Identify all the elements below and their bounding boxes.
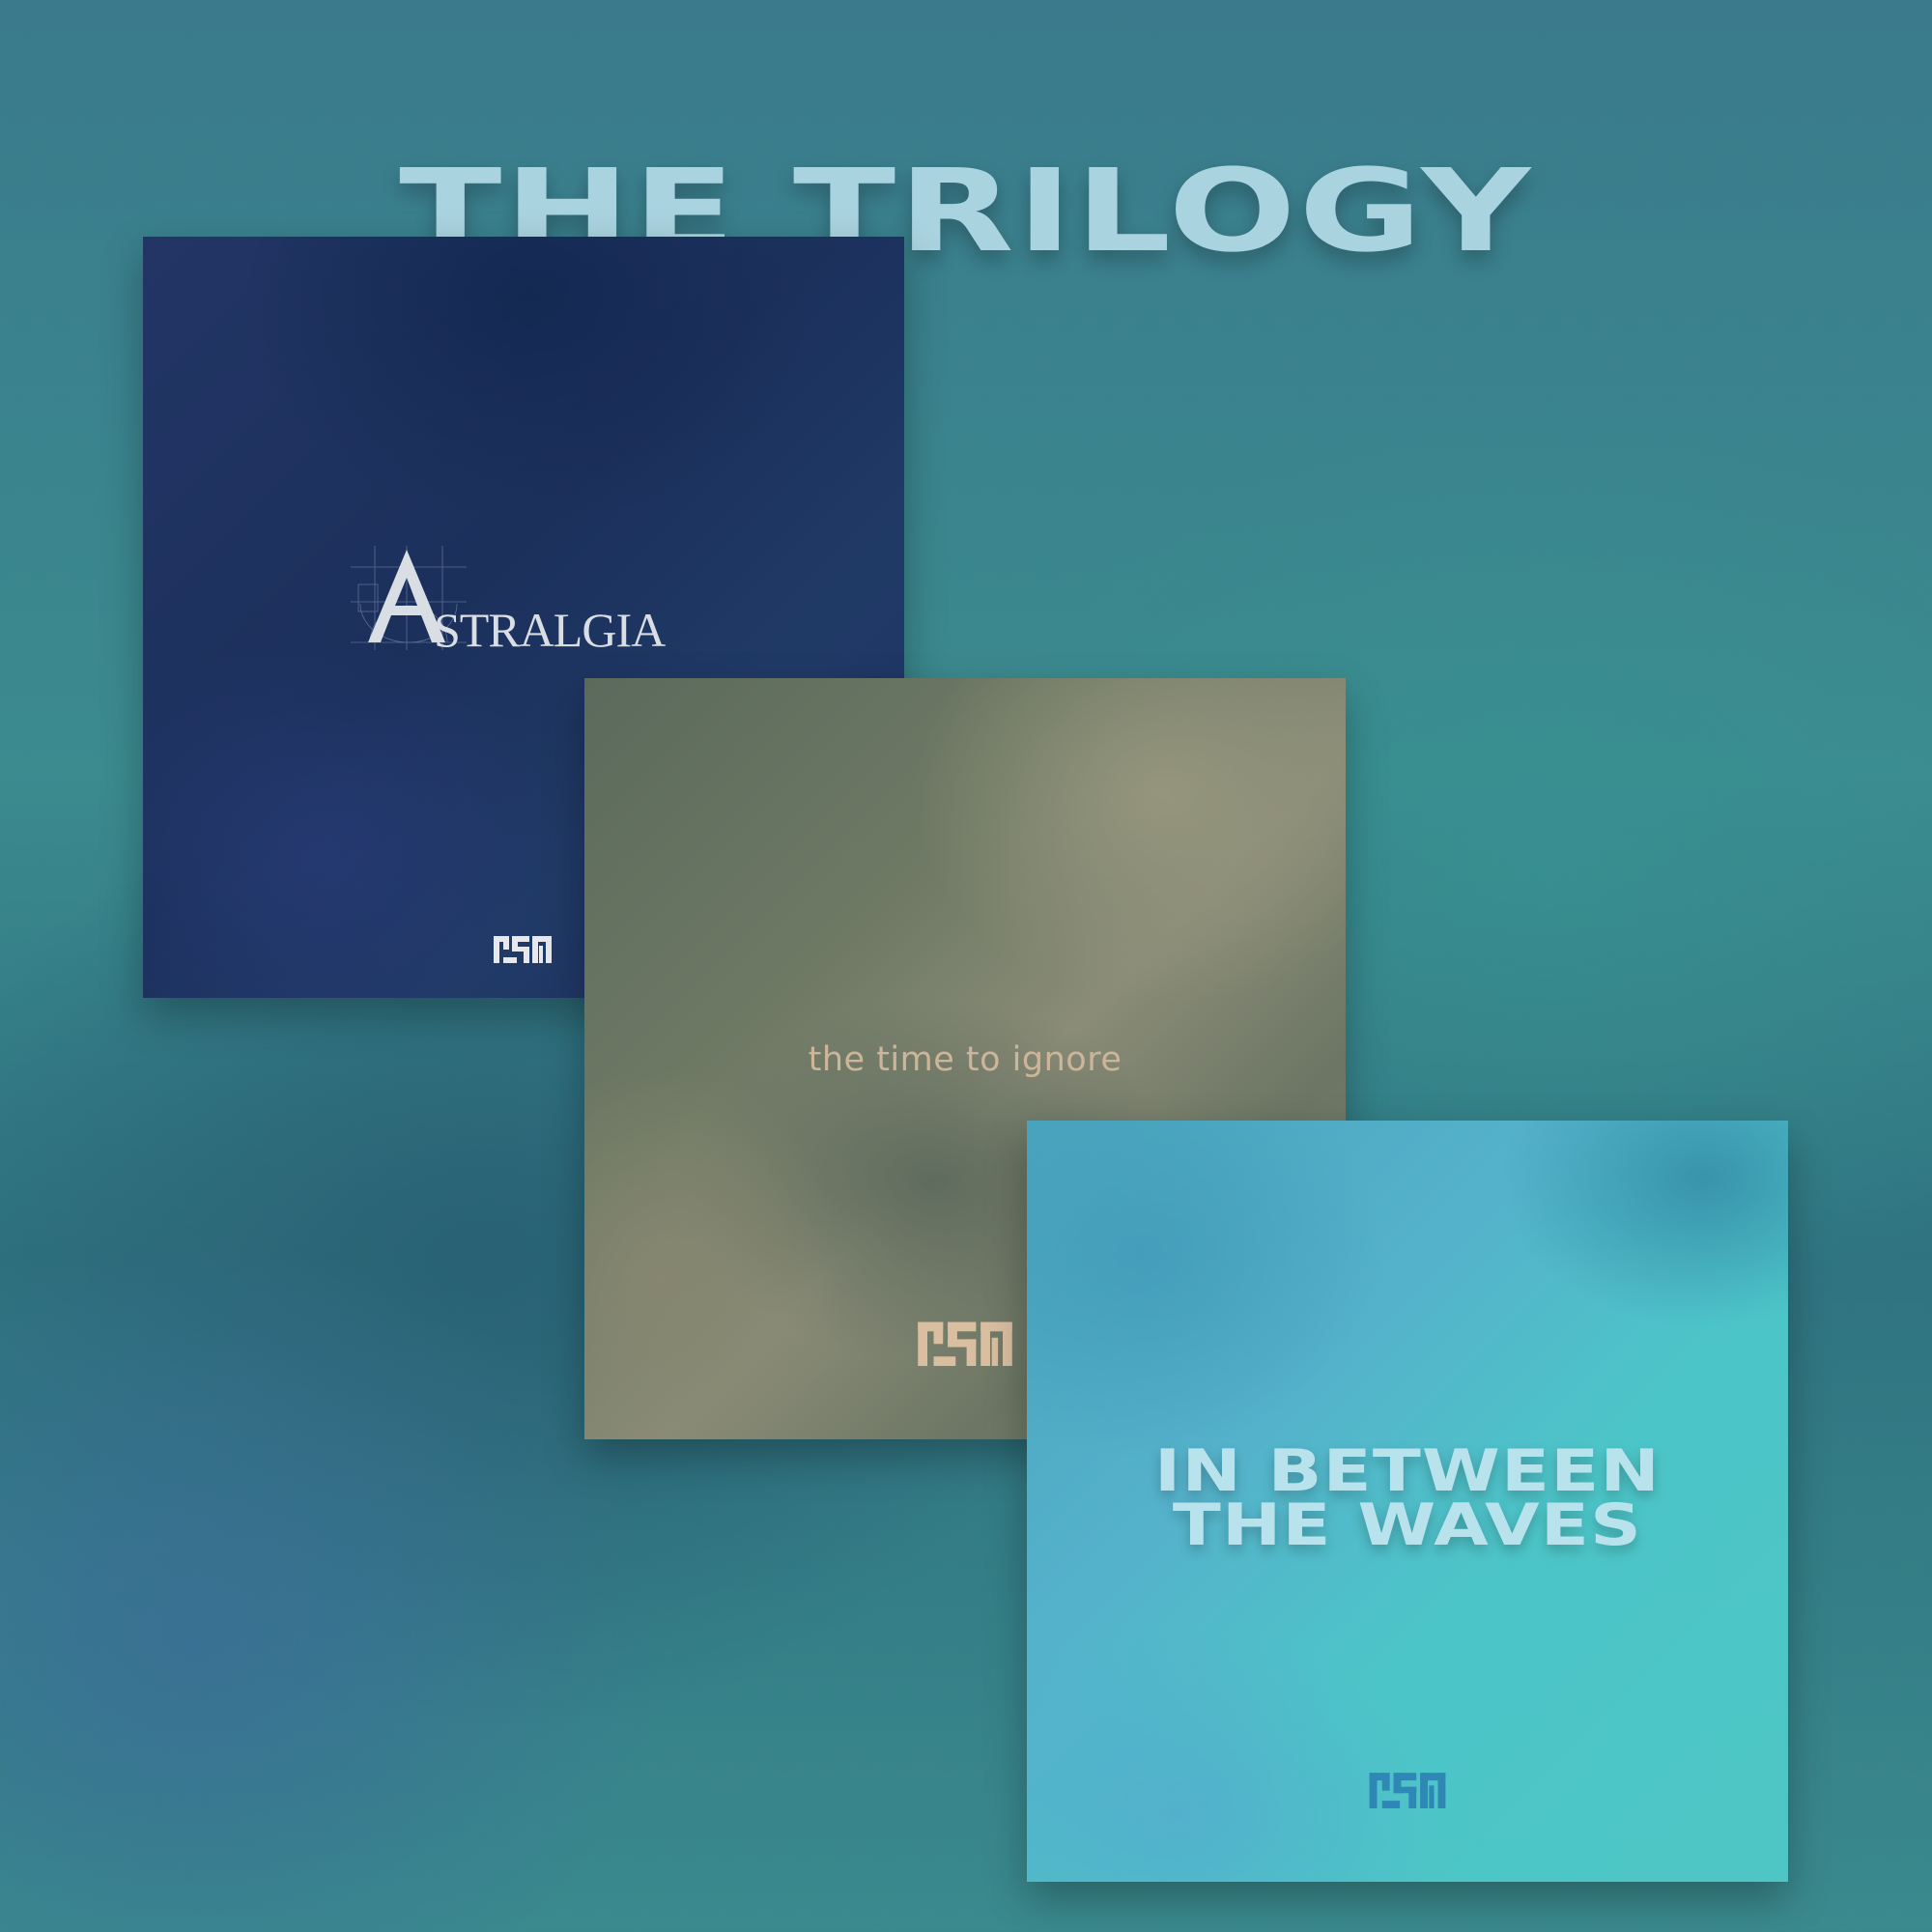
astralgia-title: STRALGIA xyxy=(434,603,666,657)
in-between-the-waves-title: IN BETWEEN THE WAVES xyxy=(1027,1437,1788,1559)
astralgia-logo: STRALGIA xyxy=(351,546,708,657)
label-logo-icon xyxy=(1369,1773,1446,1808)
waves-title-line-1: IN BETWEEN xyxy=(1154,1437,1661,1505)
the-time-to-ignore-title: the time to ignore xyxy=(808,1040,1122,1079)
album-cover-in-between-the-waves[interactable]: IN BETWEEN THE WAVES xyxy=(1027,1121,1788,1882)
waves-title-line-2: THE WAVES xyxy=(1172,1492,1643,1559)
label-logo-icon xyxy=(918,1321,1012,1366)
label-logo-icon xyxy=(494,936,552,963)
